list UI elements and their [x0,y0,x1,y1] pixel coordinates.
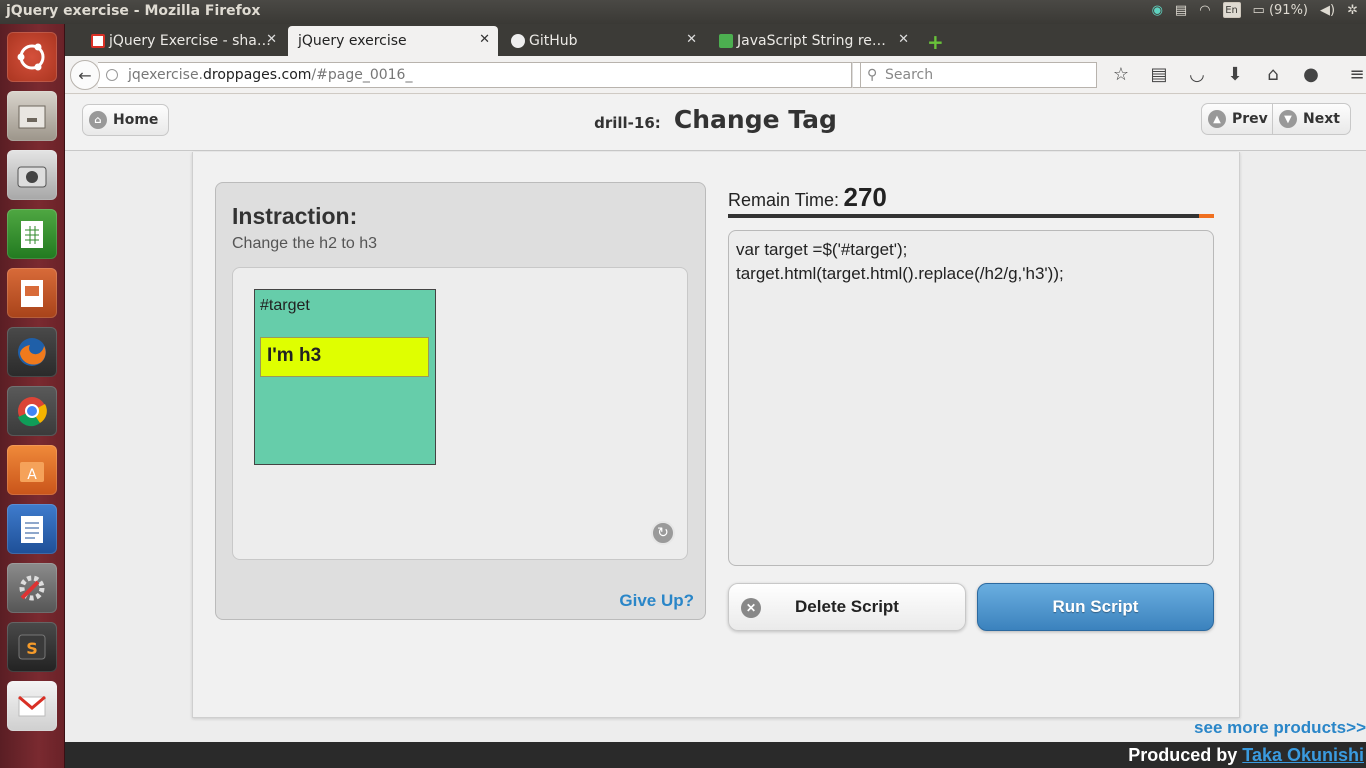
prev-button[interactable]: ▲ Prev [1201,103,1279,135]
firefox-window: jQuery Exercise - sha… ✕ jQuery exercise… [65,24,1366,768]
chat-icon[interactable]: ● [1299,64,1323,85]
url-prefix: jqexercise. [128,67,204,83]
back-button[interactable]: ← [70,60,100,90]
clipboard-icon[interactable]: ▤ [1175,3,1187,18]
run-script-button[interactable]: Run Script [977,583,1214,631]
tab-label: JavaScript String re… [737,33,886,49]
presentation-icon[interactable] [7,268,57,318]
remain-time: Remain Time: 270 [728,182,887,213]
close-icon[interactable]: ✕ [686,32,697,47]
bookmark-star-icon[interactable]: ☆ [1109,64,1133,85]
gmail-icon [91,34,105,48]
instruction-text: Change the h2 to h3 [232,235,378,252]
author-link[interactable]: Taka Okunishi [1242,745,1364,765]
remain-time-value: 270 [843,182,887,212]
tab-gmail[interactable]: jQuery Exercise - sha… ✕ [85,26,285,56]
target-h3: I'm h3 [260,337,429,377]
delete-script-label: Delete Script [795,597,899,616]
next-button[interactable]: ▼ Next [1272,103,1351,135]
drill-number: drill-16: [594,114,661,132]
delete-script-button[interactable]: ✕ Delete Script [728,583,966,631]
unity-launcher: A S [0,24,65,768]
chevron-down-icon: ▼ [1279,110,1297,128]
next-label: Next [1303,111,1340,127]
script-editor[interactable]: var target =$('#target'); target.html(ta… [728,230,1214,566]
battery-indicator[interactable]: ▭ (91%) [1253,3,1308,18]
site-info-icon[interactable] [106,69,118,81]
downloads-icon[interactable]: ⬇ [1223,64,1247,85]
url-domain: droppages.com [203,67,312,83]
sync-icon[interactable]: ◉ [1152,3,1163,18]
target-element: #target I'm h3 [254,289,436,465]
page-content: ⌂ Home drill-16: Change Tag ▲ Prev ▼ Nex… [65,95,1366,768]
volume-icon[interactable]: ◀) [1320,3,1335,18]
writer-icon[interactable] [7,504,57,554]
files-icon[interactable] [7,91,57,141]
spreadsheet-icon[interactable] [7,209,57,259]
tab-label: GitHub [529,33,578,49]
page-title: drill-16: Change Tag [65,105,1366,134]
window-title: jQuery exercise - Mozilla Firefox [6,3,261,19]
close-icon[interactable]: ✕ [479,32,490,47]
tab-github[interactable]: GitHub ✕ [505,26,705,56]
svg-text:A: A [27,467,37,483]
remain-time-label: Remain Time: [728,190,840,210]
search-icon: ⚲ [867,67,878,83]
navigation-toolbar: jqexercise.droppages.com/#page_0016_ ← ↻… [65,56,1366,94]
instruction-heading: Instraction: [232,203,358,229]
screenshot-icon[interactable] [7,150,57,200]
sublime-text-icon[interactable]: S [7,622,57,672]
pocket-icon[interactable]: ◡ [1185,64,1209,85]
close-icon[interactable]: ✕ [266,32,277,47]
indicator-area: ◉ ▤ ◠ En ▭ (91%) ◀) ✲ [1152,2,1358,18]
back-arrow-icon: ← [78,65,92,85]
keyboard-indicator[interactable]: En [1222,2,1241,18]
software-center-icon[interactable]: A [7,445,57,495]
svg-text:S: S [26,639,38,658]
battery-text: (91%) [1268,2,1309,18]
instruction-panel: Instraction: Change the h2 to h3 #target… [215,182,706,620]
give-up-link[interactable]: Give Up? [619,591,694,611]
close-icon[interactable]: ✕ [898,32,909,47]
tab-strip: jQuery Exercise - sha… ✕ jQuery exercise… [65,24,1366,56]
gmail-icon[interactable] [7,681,57,731]
url-bar[interactable]: jqexercise.droppages.com/#page_0016_ [98,62,852,88]
search-placeholder: Search [885,67,934,83]
page-footer: Produced by Taka Okunishi [65,742,1366,768]
wifi-icon[interactable]: ◠ [1199,3,1210,18]
prev-label: Prev [1232,111,1268,127]
refresh-icon[interactable]: ↻ [651,521,675,545]
chevron-up-icon: ▲ [1208,110,1226,128]
drill-title: Change Tag [673,105,837,134]
firefox-icon[interactable] [7,327,57,377]
run-script-label: Run Script [1052,597,1139,616]
github-icon [511,34,525,48]
url-path: /#page_0016_ [311,67,413,83]
drill-panel: Instraction: Change the h2 to h3 #target… [192,152,1240,718]
target-label: #target [260,297,310,314]
produced-by-text: Produced by [1128,745,1243,765]
see-more-link[interactable]: see more products>> [1194,718,1366,738]
time-progress-fill [1199,214,1214,218]
tab-label: jQuery exercise [298,33,407,49]
system-settings-icon[interactable] [7,563,57,613]
menu-icon[interactable]: ≡ [1345,64,1366,85]
w3-icon [719,34,733,48]
os-top-panel: jQuery exercise - Mozilla Firefox ◉ ▤ ◠ … [0,0,1366,24]
time-progress-bar [728,214,1214,218]
preview-area: #target I'm h3 ↻ [232,267,688,560]
close-circle-icon: ✕ [741,598,761,618]
toolbar-icons: ☆ ▤ ◡ ⬇ ⌂ ● ≡ [1109,64,1366,85]
tab-label: jQuery Exercise - sha… [109,33,271,49]
home-icon[interactable]: ⌂ [1261,64,1285,85]
reading-list-icon[interactable]: ▤ [1147,64,1171,85]
new-tab-button[interactable]: + [927,30,944,54]
gear-icon[interactable]: ✲ [1347,3,1358,18]
tab-javascript-string[interactable]: JavaScript String re… ✕ [713,26,917,56]
ubuntu-dash-icon[interactable] [7,32,57,82]
chrome-icon[interactable] [7,386,57,436]
search-input[interactable]: ⚲ Search [860,62,1097,88]
page-header: ⌂ Home drill-16: Change Tag ▲ Prev ▼ Nex… [65,95,1366,151]
tab-jquery-exercise[interactable]: jQuery exercise ✕ [288,26,498,56]
